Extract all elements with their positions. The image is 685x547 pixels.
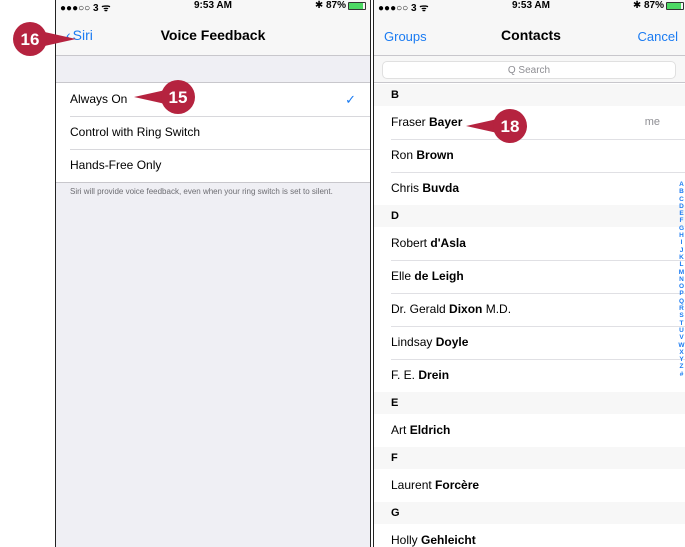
index-letter[interactable]: X <box>677 349 685 356</box>
contact-first-name: Chris <box>391 181 420 195</box>
contact-first-name: Robert <box>391 236 428 250</box>
contact-first-name: Elle <box>391 269 412 283</box>
index-letter[interactable]: F <box>677 217 685 224</box>
index-letter[interactable]: C <box>677 196 685 203</box>
index-letter[interactable]: U <box>677 327 685 334</box>
contact-last-name: d'Asla <box>430 236 466 250</box>
search-input[interactable]: Q Search <box>382 61 676 79</box>
search-bar: Q Search <box>374 56 685 83</box>
section-header: F <box>374 447 685 469</box>
contact-row[interactable]: Lindsay Doyle <box>374 326 685 359</box>
me-label: me <box>644 116 660 128</box>
contact-last-name: Eldrich <box>409 423 451 437</box>
contact-first-name: Art <box>391 423 407 437</box>
alphabet-index[interactable]: A B C D E F G H I J K L M N O P Q R S T U V W X Y Z # <box>677 181 685 378</box>
index-letter[interactable]: # <box>677 371 685 378</box>
contact-first-name: F. E. <box>391 368 416 382</box>
index-letter[interactable]: N <box>677 276 685 283</box>
section-header: B <box>374 84 685 106</box>
index-letter[interactable]: G <box>677 225 685 232</box>
contact-last-name: Brown <box>416 148 454 162</box>
index-letter[interactable]: W <box>677 342 685 349</box>
cancel-button[interactable]: Cancel <box>638 29 678 44</box>
contact-row[interactable]: Elle de Leigh <box>374 260 685 293</box>
contact-first-name: Holly <box>391 533 418 547</box>
contact-row[interactable]: Dr. Gerald Dixon M.D. <box>374 293 685 326</box>
option-label: Always On <box>70 92 128 106</box>
contact-last-name: Drein <box>418 368 450 382</box>
navigation-bar: ‹ Siri Voice Feedback <box>56 13 370 56</box>
contact-row[interactable]: Robert d'Asla <box>374 227 685 260</box>
battery-fill <box>667 2 681 9</box>
contact-first-name: Fraser <box>391 115 426 129</box>
contact-row[interactable]: Ron Brown <box>374 139 685 172</box>
section-header: D <box>374 205 685 227</box>
voice-feedback-options: Always On ✓ Control with Ring Switch Hands-… <box>56 82 370 183</box>
contact-row[interactable]: Art Eldrich <box>374 414 685 447</box>
contact-first-name: Lindsay <box>391 335 433 349</box>
index-letter[interactable]: D <box>677 203 685 210</box>
battery-icon <box>348 1 366 10</box>
contact-last-name: Bayer <box>429 115 463 129</box>
index-letter[interactable]: Z <box>677 363 685 370</box>
option-label: Hands-Free Only <box>70 158 162 172</box>
index-letter[interactable]: Q <box>677 298 685 305</box>
contact-first-name: Ron <box>391 148 414 162</box>
contact-last-name: Forcère <box>435 478 480 492</box>
index-letter[interactable]: I <box>677 239 685 246</box>
contact-last-name: de Leigh <box>414 269 464 283</box>
status-bar: ●●●○○ 3 ᯤ 9:53 AM ✱ 87% <box>374 0 685 14</box>
status-bar: ●●●○○ 3 ᯤ 9:53 AM ✱ 87% <box>56 0 370 14</box>
callout-badge <box>13 22 47 56</box>
contact-first-name: Dr. Gerald <box>391 302 446 316</box>
contact-first-name: Laurent <box>391 478 432 492</box>
index-letter[interactable]: L <box>677 261 685 268</box>
battery-status: ✱ 87% <box>315 0 366 11</box>
contact-last-name: Doyle <box>435 335 469 349</box>
index-letter[interactable]: M <box>677 269 685 276</box>
battery-status: ✱ 87% <box>633 0 684 11</box>
battery-icon <box>666 1 684 10</box>
index-letter[interactable]: P <box>677 290 685 297</box>
index-letter[interactable]: H <box>677 232 685 239</box>
index-letter[interactable]: O <box>677 283 685 290</box>
navigation-bar: Groups Contacts Cancel <box>374 13 685 56</box>
contacts-list: B Fraser Bayer me Ron Brown Chris Buvda D Robe… <box>374 84 685 547</box>
section-header: E <box>374 392 685 414</box>
checkmark-icon: ✓ <box>345 92 356 107</box>
index-letter[interactable]: A <box>677 181 685 188</box>
contact-row[interactable]: Holly Gehleicht <box>374 524 685 547</box>
section-header: G <box>374 502 685 524</box>
option-row[interactable]: Hands-Free Only <box>56 149 370 182</box>
battery-percent: ✱ 87% <box>314 0 346 11</box>
index-letter[interactable]: R <box>677 305 685 312</box>
contact-row[interactable]: Fraser Bayer me <box>374 106 685 139</box>
index-letter[interactable]: B <box>677 188 685 195</box>
contact-row[interactable]: Laurent Forcère <box>374 469 685 502</box>
index-letter[interactable]: E <box>677 210 685 217</box>
battery-percent: ✱ 87% <box>632 0 664 11</box>
option-row[interactable]: Control with Ring Switch <box>56 116 370 149</box>
index-letter[interactable]: V <box>677 334 685 341</box>
contact-last-name: Gehleicht <box>421 533 476 547</box>
callout-number: 16 <box>21 30 40 49</box>
index-letter[interactable]: T <box>677 320 685 327</box>
contact-row[interactable]: Chris Buvda <box>374 172 685 205</box>
voice-feedback-screen: ●●●○○ 3 ᯤ 9:53 AM ✱ 87% ‹ Siri Voice Fee… <box>55 0 371 547</box>
contacts-screen: ●●●○○ 3 ᯤ 9:53 AM ✱ 87% Groups Contacts … <box>373 0 685 547</box>
index-letter[interactable]: K <box>677 254 685 261</box>
contact-last-name: Dixon <box>449 302 483 316</box>
voice-feedback-footer: Siri will provide voice feedback, even w… <box>70 187 333 196</box>
index-letter[interactable]: Y <box>677 356 685 363</box>
option-row[interactable]: Always On ✓ <box>56 83 370 116</box>
contact-row[interactable]: F. E. Drein <box>374 359 685 392</box>
contact-last-name: Buvda <box>422 181 460 195</box>
index-letter[interactable]: S <box>677 312 685 319</box>
page-title: Voice Feedback <box>160 27 266 43</box>
index-letter[interactable]: J <box>677 247 685 254</box>
option-label: Control with Ring Switch <box>70 125 201 139</box>
battery-fill <box>349 2 363 9</box>
contact-suffix: M.D. <box>485 302 512 316</box>
